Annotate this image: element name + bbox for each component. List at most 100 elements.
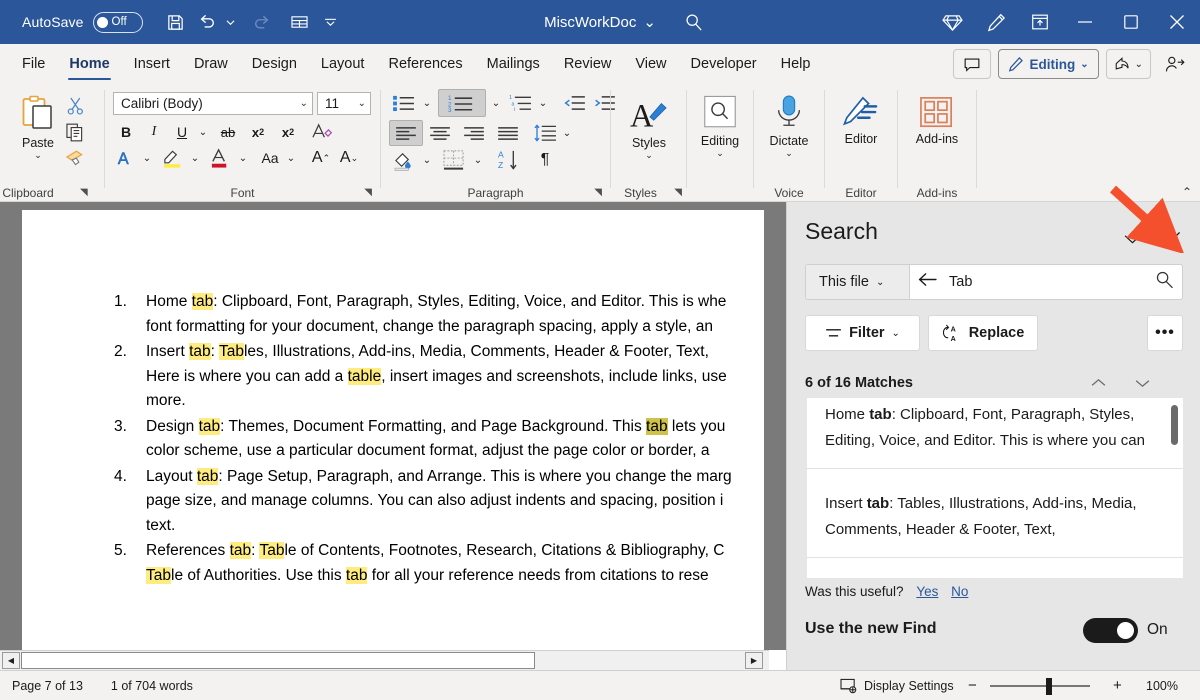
text-effects-chevron-down-icon[interactable]: ⌄: [139, 146, 155, 170]
subscript-button[interactable]: x2: [245, 120, 271, 144]
maximize-button[interactable]: [1108, 0, 1154, 44]
bullets-button[interactable]: [389, 90, 419, 116]
search-icon[interactable]: [672, 6, 716, 38]
document-canvas[interactable]: 1. Home tab: Clipboard, Font, Paragraph,…: [0, 202, 786, 650]
table-icon[interactable]: [283, 6, 317, 38]
word-count[interactable]: 1 of 704 words: [111, 679, 193, 693]
font-name-combo[interactable]: Calibri (Body) ⌄: [113, 92, 313, 115]
tab-references[interactable]: References: [376, 44, 474, 84]
underline-button[interactable]: U: [169, 120, 195, 144]
strikethrough-button[interactable]: ab: [215, 120, 241, 144]
horizontal-scroll-thumb[interactable]: [21, 652, 535, 669]
share-button[interactable]: ⌄: [1105, 49, 1151, 79]
page-indicator[interactable]: Page 7 of 13: [12, 679, 83, 693]
align-left-button[interactable]: [389, 120, 423, 146]
shading-chevron-down-icon[interactable]: ⌄: [419, 148, 435, 172]
new-find-toggle[interactable]: [1083, 618, 1138, 643]
multilevel-chevron-down-icon[interactable]: ⌄: [535, 90, 551, 116]
clipboard-dialog-launcher[interactable]: ◥: [80, 187, 88, 198]
decrease-indent-button[interactable]: [561, 90, 589, 116]
styles-dialog-launcher[interactable]: ◥: [674, 187, 682, 198]
pen-icon[interactable]: [974, 0, 1018, 44]
line-spacing-chevron-down-icon[interactable]: ⌄: [559, 120, 575, 146]
editing-button[interactable]: Editing ⌄: [695, 94, 745, 158]
search-result-item[interactable]: Home tab: Clipboard, Font, Paragraph, St…: [807, 398, 1183, 469]
superscript-button[interactable]: x2: [275, 120, 301, 144]
font-size-combo[interactable]: 11 ⌄: [317, 92, 371, 115]
styles-button[interactable]: A Styles ⌄: [623, 96, 675, 160]
save-icon[interactable]: [159, 6, 193, 38]
qat-more-icon[interactable]: [321, 6, 341, 38]
line-spacing-button[interactable]: [531, 120, 561, 146]
font-dialog-launcher[interactable]: ◥: [364, 187, 372, 198]
search-input[interactable]: Tab: [910, 265, 1182, 299]
document-title[interactable]: MiscWorkDoc: [544, 14, 636, 31]
search-submit-icon[interactable]: [1155, 270, 1174, 294]
tab-insert[interactable]: Insert: [122, 44, 182, 84]
scroll-left-button[interactable]: ◀: [2, 652, 20, 669]
bold-button[interactable]: B: [113, 120, 139, 144]
borders-chevron-down-icon[interactable]: ⌄: [470, 148, 486, 172]
multilevel-list-button[interactable]: 1 a i: [506, 90, 536, 116]
clear-formatting-button[interactable]: [308, 120, 336, 144]
replace-button[interactable]: A A Replace: [928, 315, 1038, 351]
tab-view[interactable]: View: [623, 44, 678, 84]
zoom-slider-thumb[interactable]: [1046, 678, 1052, 695]
document-horizontal-scrollbar[interactable]: ◀ ▶: [0, 650, 769, 670]
cut-button[interactable]: [62, 94, 88, 118]
font-color-button[interactable]: [207, 146, 235, 170]
document-title-chevron-icon[interactable]: ⌄: [643, 13, 656, 31]
comments-button[interactable]: [953, 49, 992, 79]
share-chevron-down-icon[interactable]: ⌄: [1135, 59, 1143, 70]
autosave-switch[interactable]: Off: [92, 11, 143, 33]
tab-home[interactable]: Home: [57, 44, 121, 84]
undo-icon[interactable]: [197, 6, 217, 38]
tab-draw[interactable]: Draw: [182, 44, 240, 84]
search-result-item[interactable]: Insert tab: Tables, Illustrations, Add-i…: [807, 469, 1183, 558]
tab-developer[interactable]: Developer: [679, 44, 769, 84]
undo-dropdown-icon[interactable]: [221, 6, 241, 38]
filter-button[interactable]: Filter ⌄: [805, 315, 920, 351]
zoom-slider[interactable]: [990, 685, 1090, 687]
highlight-chevron-down-icon[interactable]: ⌄: [187, 146, 203, 170]
shrink-font-button[interactable]: A ⌄: [336, 146, 362, 170]
format-painter-button[interactable]: [62, 144, 88, 168]
font-name-chevron-down-icon[interactable]: ⌄: [300, 98, 308, 109]
addins-button[interactable]: Add-ins: [910, 96, 964, 146]
feedback-no-link[interactable]: No: [951, 584, 968, 599]
scroll-right-button[interactable]: ▶: [745, 652, 763, 669]
sort-button[interactable]: A Z: [493, 148, 525, 172]
change-case-chevron-down-icon[interactable]: ⌄: [283, 146, 299, 170]
collapse-ribbon-button[interactable]: ⌃: [1182, 185, 1192, 199]
diamond-icon[interactable]: [930, 0, 974, 44]
styles-chevron-down-icon[interactable]: ⌄: [645, 151, 653, 160]
zoom-out-button[interactable]: −: [968, 677, 977, 694]
previous-match-button[interactable]: [1083, 370, 1113, 396]
paste-button[interactable]: Paste ⌄: [12, 94, 64, 160]
highlight-color-button[interactable]: [159, 146, 187, 170]
editor-button[interactable]: Editor: [835, 96, 887, 146]
grow-font-button[interactable]: A ⌃: [308, 146, 334, 170]
tab-mailings[interactable]: Mailings: [475, 44, 552, 84]
font-size-chevron-down-icon[interactable]: ⌄: [358, 98, 366, 109]
upload-icon[interactable]: [1018, 0, 1062, 44]
search-results-list[interactable]: Home tab: Clipboard, Font, Paragraph, St…: [807, 398, 1183, 578]
editing-mode-button[interactable]: Editing ⌄: [998, 49, 1099, 79]
next-match-button[interactable]: [1127, 370, 1157, 396]
tab-help[interactable]: Help: [769, 44, 823, 84]
document-page[interactable]: 1. Home tab: Clipboard, Font, Paragraph,…: [22, 210, 764, 650]
autosave-toggle[interactable]: AutoSave Off: [22, 11, 143, 33]
align-center-button[interactable]: [423, 120, 457, 146]
editing-chevron-down-icon[interactable]: ⌄: [716, 149, 724, 158]
paste-chevron-down-icon[interactable]: ⌄: [34, 151, 42, 160]
close-button[interactable]: [1154, 0, 1200, 44]
filter-chevron-down-icon[interactable]: ⌄: [892, 328, 900, 339]
font-color-chevron-down-icon[interactable]: ⌄: [235, 146, 251, 170]
tab-design[interactable]: Design: [240, 44, 309, 84]
minimize-button[interactable]: [1062, 0, 1108, 44]
paragraph-dialog-launcher[interactable]: ◥: [594, 187, 602, 198]
copy-button[interactable]: [62, 120, 88, 144]
pane-chevron-down-icon[interactable]: [1116, 224, 1148, 254]
justify-button[interactable]: [491, 120, 525, 146]
text-effects-button[interactable]: A: [113, 146, 139, 170]
